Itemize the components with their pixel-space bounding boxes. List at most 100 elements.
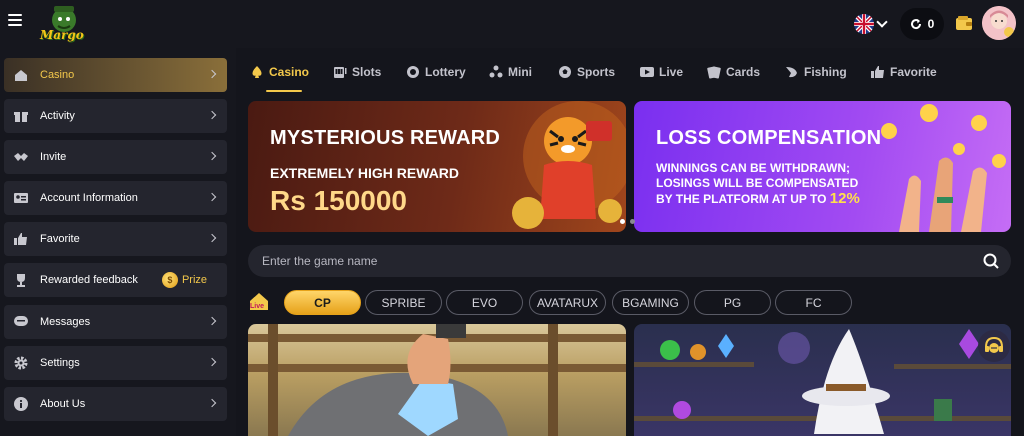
banner-title: LOSS COMPENSATION: [656, 127, 882, 149]
tab-label: Live: [659, 65, 684, 79]
tab-slots[interactable]: Slots: [333, 63, 381, 81]
sidebar-item-activity[interactable]: Activity: [4, 99, 227, 133]
banner-line: WINNINGS CAN BE WITHDRAWN;: [656, 161, 850, 175]
provider-label: FC: [805, 295, 822, 310]
svg-text:Live: Live: [250, 303, 264, 310]
chevron-right-icon: [207, 233, 217, 243]
tab-label: Favorite: [890, 65, 937, 79]
prize-badge: $ Prize: [161, 272, 207, 288]
tab-label: Casino: [269, 65, 310, 79]
sidebar-item-label: Account Information: [40, 192, 138, 204]
carousel-dot[interactable]: [620, 219, 625, 224]
live-house-icon: Live: [250, 293, 268, 310]
banner-amount: Rs 150000: [270, 185, 408, 216]
slot-machine-icon: [334, 67, 347, 78]
tab-lottery[interactable]: Lottery: [406, 63, 466, 81]
language-selector[interactable]: [854, 13, 894, 35]
chevron-right-icon: [207, 110, 217, 120]
tab-sports[interactable]: Sports: [558, 63, 615, 81]
menu-icon[interactable]: [8, 14, 22, 26]
sidebar-item-label: Settings: [40, 357, 80, 369]
info-icon: [14, 397, 28, 411]
tab-live[interactable]: Live: [640, 63, 683, 81]
provider-pill-spribe[interactable]: SPRIBE: [365, 290, 442, 315]
wallet-icon[interactable]: [955, 14, 973, 32]
chevron-right-icon: [207, 398, 217, 408]
sidebar-item-label: Rewarded feedback: [40, 274, 138, 286]
sidebar: Casino Activity Invite Account Informati…: [0, 48, 236, 436]
search-input[interactable]: Enter the game name: [248, 245, 1011, 277]
game-tile[interactable]: [634, 324, 1011, 436]
live-video-icon: [640, 67, 654, 77]
chevron-right-icon: [207, 192, 217, 202]
provider-label: CP: [314, 295, 331, 310]
sidebar-item-settings[interactable]: Settings: [4, 346, 227, 380]
promo-banner-mysterious-reward[interactable]: MYSTERIOUS REWARD EXTREMELY HIGH REWARD …: [248, 101, 626, 232]
tab-label: Cards: [726, 65, 761, 79]
sidebar-item-casino[interactable]: Casino: [4, 58, 227, 92]
thumbs-up-icon: [871, 66, 884, 78]
sidebar-item-label: Casino: [40, 69, 75, 81]
tab-label: Slots: [352, 65, 382, 79]
chevron-right-icon: [207, 69, 217, 79]
banner-line-with-percent: BY THE PLATFORM AT UP TO 12%: [656, 191, 860, 207]
sidebar-item-rewarded-feedback[interactable]: Rewarded feedback $ Prize: [4, 263, 227, 297]
provider-pill-evo[interactable]: EVO: [446, 290, 523, 315]
banner-title: MYSTERIOUS REWARD: [270, 127, 501, 149]
provider-label: SPRIBE: [381, 295, 426, 310]
tab-label: Fishing: [804, 65, 847, 79]
carousel-dot[interactable]: [630, 219, 635, 224]
avatar[interactable]: [982, 6, 1016, 40]
trophy-icon: [17, 274, 25, 287]
balance-value: 0: [927, 17, 935, 31]
spade-icon: [252, 66, 262, 78]
soccer-ball-icon: [559, 66, 571, 78]
tab-mini[interactable]: Mini: [489, 63, 532, 81]
balance-refresh-button[interactable]: 0: [900, 8, 944, 40]
cards-icon: [707, 66, 721, 79]
chevron-down-icon: [876, 16, 888, 28]
promo-banner-loss-compensation[interactable]: LOSS COMPENSATION WINNINGS CAN BE WITHDR…: [634, 101, 1011, 232]
carousel-dots: [620, 219, 635, 224]
sidebar-item-label: Messages: [40, 316, 91, 328]
uk-flag-icon: [854, 14, 874, 34]
provider-pill-fc[interactable]: FC: [775, 290, 852, 315]
prize-label: Prize: [181, 274, 207, 286]
lottery-ball-icon: [407, 66, 419, 78]
game-tile[interactable]: [248, 324, 626, 436]
tab-casino[interactable]: Casino: [250, 63, 309, 81]
tab-cards[interactable]: Cards: [707, 63, 760, 81]
tab-label: Mini: [508, 65, 532, 79]
banner-description: WINNINGS CAN BE WITHDRAWN; LOSINGS WILL …: [656, 161, 860, 207]
tab-fishing[interactable]: Fishing: [785, 63, 847, 81]
game-artwork-icon: [634, 329, 1011, 434]
provider-label: AVATARUX: [536, 295, 599, 310]
provider-pill-avatarux[interactable]: AVATARUX: [529, 290, 606, 315]
id-card-icon: [14, 193, 28, 203]
sidebar-item-favorite[interactable]: Favorite: [4, 222, 227, 256]
active-tab-indicator: [266, 90, 302, 92]
customer-support-button[interactable]: [978, 330, 1010, 362]
gear-icon: [14, 356, 28, 370]
search-icon[interactable]: [983, 253, 999, 269]
tiger-mascot-icon: [512, 101, 626, 229]
provider-pill-pg[interactable]: PG: [694, 290, 771, 315]
banner-line: BY THE PLATFORM AT UP TO: [656, 192, 827, 206]
sidebar-item-messages[interactable]: Messages: [4, 305, 227, 339]
sidebar-item-label: Invite: [40, 151, 67, 163]
sidebar-item-invite[interactable]: Invite: [4, 140, 227, 174]
provider-pill-cp[interactable]: CP: [284, 290, 361, 315]
logo-text: Margo: [40, 28, 84, 42]
gift-icon: [14, 112, 28, 122]
sidebar-item-about-us[interactable]: About Us: [4, 387, 227, 421]
game-artwork-icon: [248, 324, 626, 436]
provider-label: BGAMING: [622, 295, 679, 310]
provider-label: EVO: [471, 295, 498, 310]
handshake-icon: [14, 153, 28, 161]
banner-subtitle: EXTREMELY HIGH REWARD: [270, 165, 460, 181]
provider-pill-bgaming[interactable]: BGAMING: [612, 290, 689, 315]
tab-favorite[interactable]: Favorite: [871, 63, 937, 81]
thumbs-up-icon: [14, 233, 27, 245]
banner-percent: 12%: [829, 190, 860, 207]
sidebar-item-account-information[interactable]: Account Information: [4, 181, 227, 215]
